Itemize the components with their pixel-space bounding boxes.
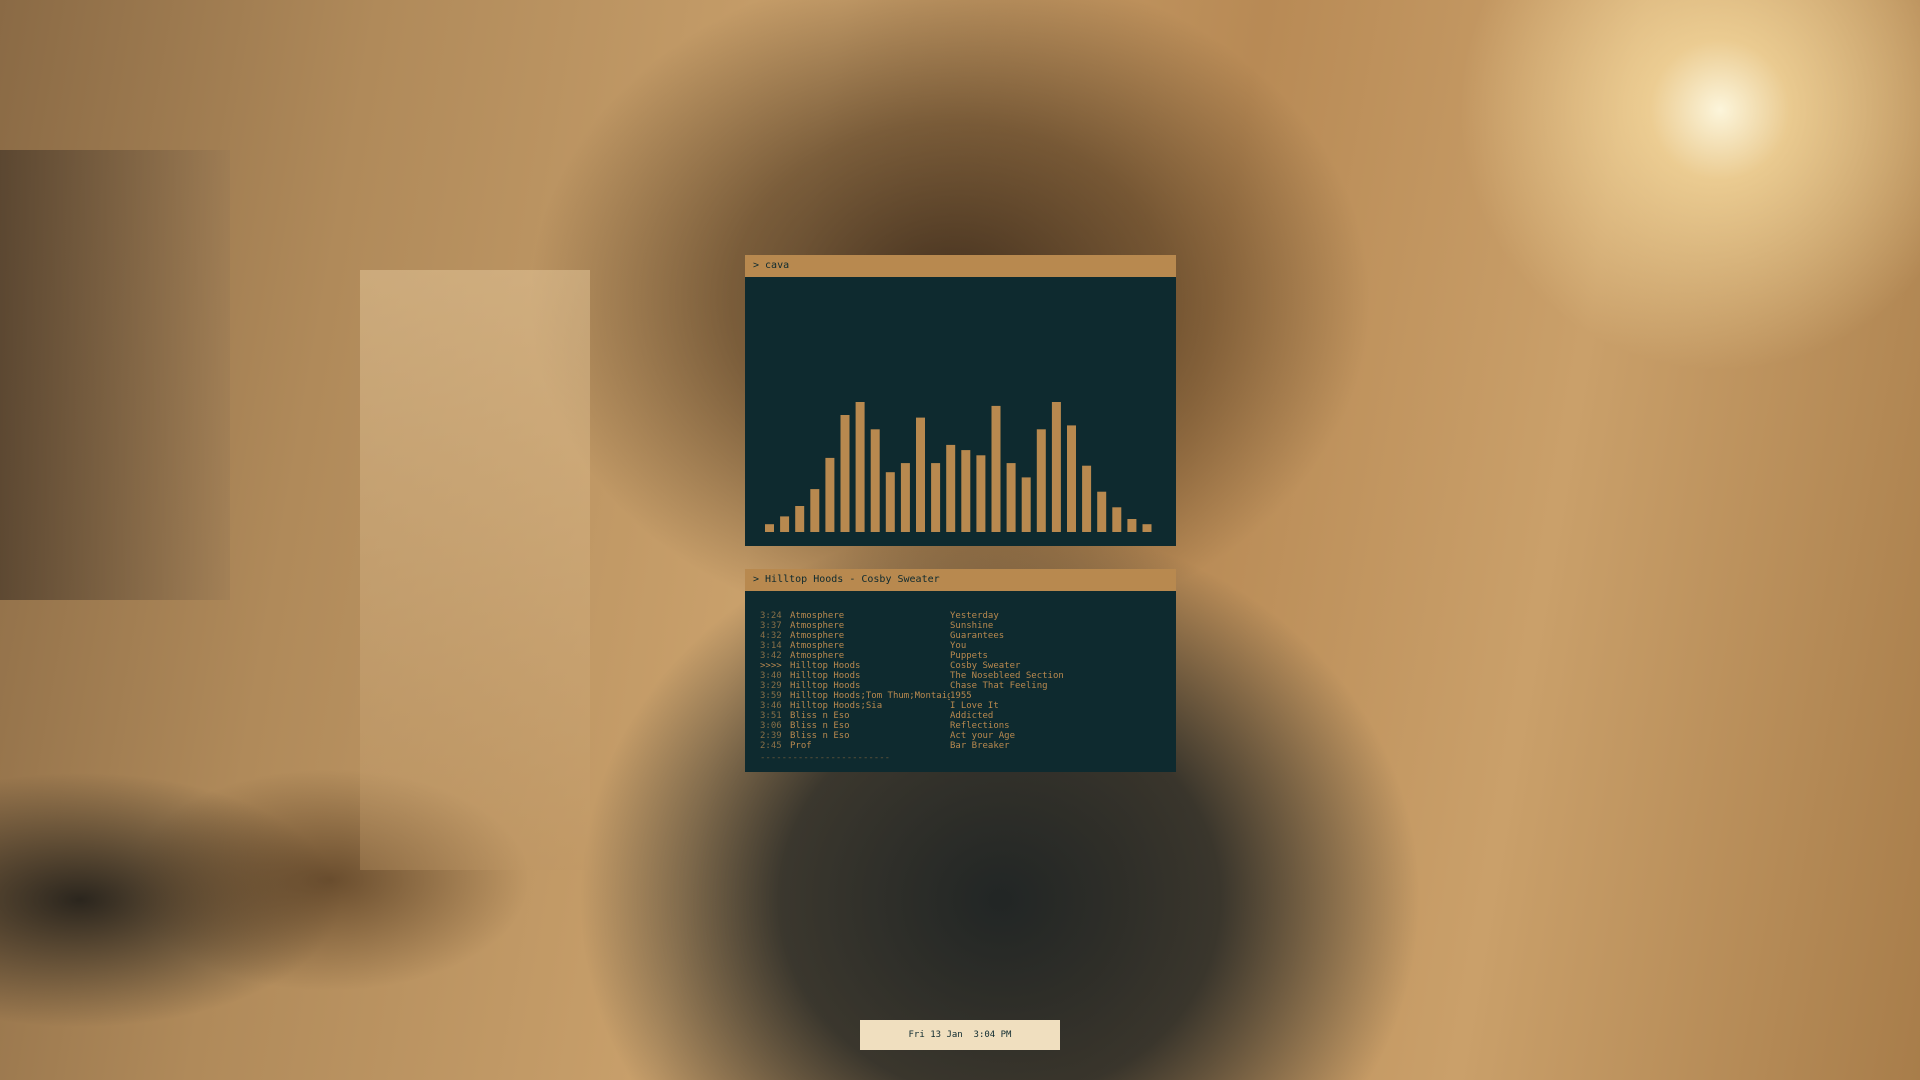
track-duration: 4:32 (760, 631, 782, 641)
cava-bar (810, 489, 820, 532)
track-title: The Nosebleed Section (950, 671, 1064, 681)
track-artist: Bliss n Eso (790, 711, 850, 721)
track-artist: Atmosphere (790, 631, 845, 641)
track-artist: Atmosphere (790, 641, 845, 651)
music-player-terminal-window[interactable]: > Hilltop Hoods - Cosby Sweater 3:24 Atmo… (745, 569, 1176, 772)
playlist-row[interactable]: 3:40 Hilltop Hoods The Nosebleed Section (760, 671, 1176, 681)
track-title: Reflections (950, 721, 1010, 731)
track-artist: Atmosphere (790, 621, 845, 631)
cava-bar (1112, 507, 1122, 532)
track-artist: Bliss n Eso (790, 731, 850, 741)
track-artist: Hilltop Hoods (790, 671, 861, 681)
track-artist: Atmosphere (790, 611, 845, 621)
playlist-row[interactable]: 3:42 Atmosphere Puppets (760, 651, 1176, 661)
cava-bar (780, 516, 790, 532)
cava-bars (765, 402, 1152, 532)
track-duration: 3:46 (760, 701, 782, 711)
playlist-row[interactable]: 3:29 Hilltop Hoods Chase That Feeling (760, 681, 1176, 691)
track-title: Addicted (950, 711, 994, 721)
playlist-row[interactable]: 2:45 Prof Bar Breaker (760, 741, 1176, 751)
track-duration: 3:59 (760, 691, 782, 701)
track-title: Sunshine (950, 621, 994, 631)
track-title: Guarantees (950, 631, 1005, 641)
track-title: Yesterday (950, 611, 999, 621)
track-duration: 3:40 (760, 671, 782, 681)
clock-bar: Fri 13 Jan 3:04 PM (860, 1020, 1060, 1050)
playlist[interactable]: 3:24 Atmosphere Yesterday 3:37 Atmosphere Su… (745, 591, 1176, 763)
cava-bar (1006, 463, 1016, 532)
playlist-row[interactable]: 2:39 Bliss n Eso Act your Age (760, 731, 1176, 741)
cava-bar (1067, 425, 1076, 532)
cava-visualizer (745, 277, 1176, 546)
cava-bar (1021, 477, 1031, 532)
now-playing-marker: >>>> (760, 661, 782, 671)
cava-window-title: > cava (745, 255, 1176, 277)
playlist-row[interactable]: 3:06 Bliss n Eso Reflections (760, 721, 1176, 731)
track-artist: Hilltop Hoods (790, 661, 861, 671)
cava-bar (1142, 524, 1152, 532)
track-title: Bar Breaker (950, 741, 1010, 751)
track-duration: 3:14 (760, 641, 782, 651)
track-duration: 2:45 (760, 741, 782, 751)
playlist-row[interactable]: 3:37 Atmosphere Sunshine (760, 621, 1176, 631)
track-artist: Hilltop Hoods;Sia (790, 701, 883, 711)
track-duration: 3:42 (760, 651, 782, 661)
cava-bar (931, 463, 941, 532)
track-title: Cosby Sweater (950, 661, 1021, 671)
track-duration: 2:39 (760, 731, 782, 741)
playlist-row-current[interactable]: >>>> Hilltop Hoods Cosby Sweater (760, 661, 1176, 671)
cava-bar (976, 455, 986, 532)
cava-terminal-window[interactable]: > cava (745, 255, 1176, 546)
cava-bar (870, 429, 880, 532)
track-artist: Prof (790, 741, 812, 751)
playlist-row[interactable]: 4:32 Atmosphere Guarantees (760, 631, 1176, 641)
cava-bar (885, 472, 895, 532)
cava-bar (1051, 402, 1061, 532)
cava-bar (855, 402, 865, 532)
cava-bar (1097, 491, 1107, 532)
track-duration: 3:24 (760, 611, 782, 621)
cava-bar (946, 444, 956, 532)
now-playing-title: > Hilltop Hoods - Cosby Sweater (745, 569, 1176, 591)
track-duration: 3:29 (760, 681, 782, 691)
cava-bar (961, 450, 971, 532)
track-title: Chase That Feeling (950, 681, 1048, 691)
playlist-divider: ------------------------------ (760, 753, 890, 763)
cava-bar (1127, 519, 1137, 532)
playlist-row[interactable]: 3:46 Hilltop Hoods;Sia I Love It (760, 701, 1176, 711)
cava-bar (1082, 465, 1092, 532)
cava-bar (916, 417, 925, 532)
track-artist: Hilltop Hoods;Tom Thum;Montaigne (790, 691, 950, 701)
playlist-row[interactable]: 3:14 Atmosphere You (760, 641, 1176, 651)
cava-bar (900, 463, 910, 532)
playlist-row[interactable]: 3:24 Atmosphere Yesterday (760, 611, 1176, 621)
cava-bar (991, 405, 1001, 532)
wallpaper-wall-panel (360, 270, 590, 870)
cava-bar (795, 506, 805, 532)
track-title: Puppets (950, 651, 988, 661)
track-artist: Hilltop Hoods (790, 681, 861, 691)
playlist-row[interactable]: 3:51 Bliss n Eso Addicted (760, 711, 1176, 721)
track-title: Act your Age (950, 731, 1016, 741)
wallpaper-doorframe (0, 150, 230, 600)
track-title: You (950, 641, 967, 651)
track-title: I Love It (950, 701, 999, 711)
track-artist: Bliss n Eso (790, 721, 850, 731)
cava-bar (765, 524, 774, 532)
cava-bar (1036, 429, 1046, 532)
cava-bar (840, 415, 850, 532)
track-title: 1955 (950, 691, 972, 701)
track-duration: 3:37 (760, 621, 782, 631)
playlist-row[interactable]: 3:59 Hilltop Hoods;Tom Thum;Montaigne 1955 (760, 691, 1176, 701)
track-duration: 3:51 (760, 711, 782, 721)
track-duration: 3:06 (760, 721, 782, 731)
track-artist: Atmosphere (790, 651, 845, 661)
cava-bar (825, 457, 835, 532)
